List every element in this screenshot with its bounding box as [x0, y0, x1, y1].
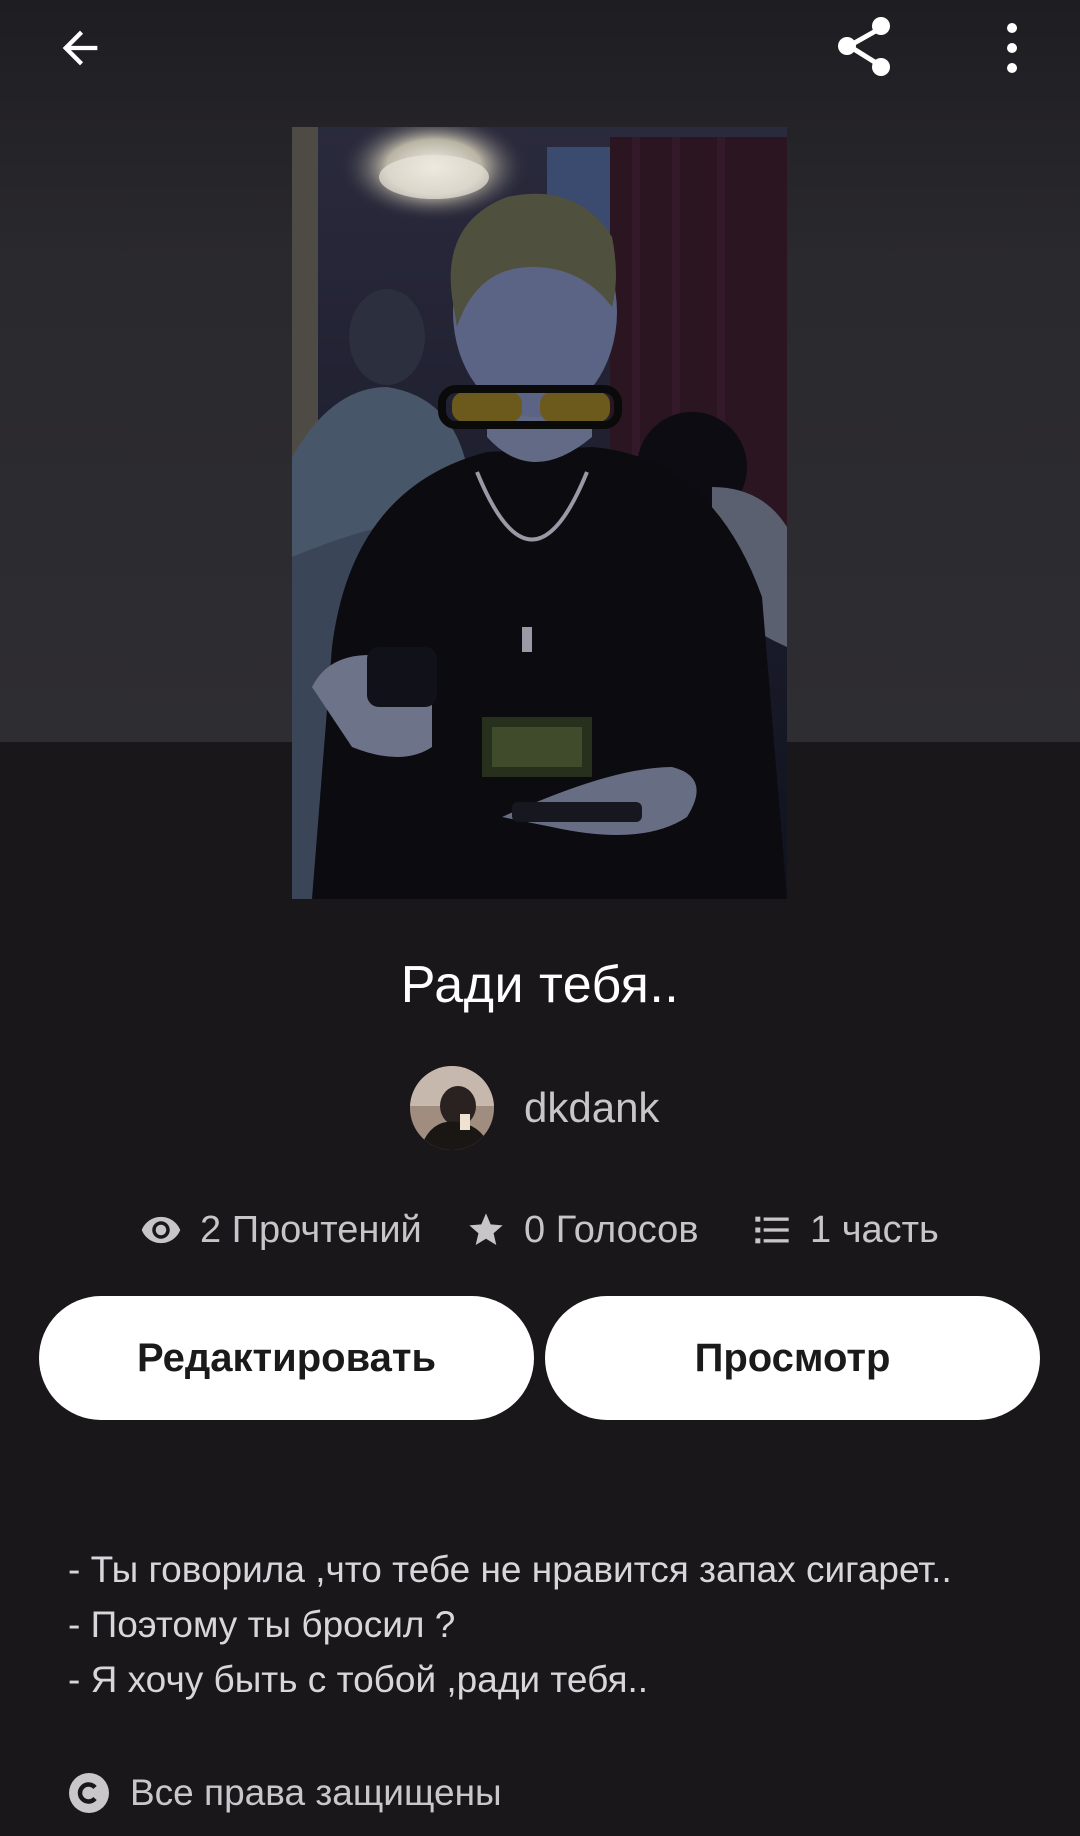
reads-count: 2 Прочтений — [200, 1208, 422, 1251]
back-button[interactable] — [40, 8, 120, 88]
avatar — [410, 1066, 494, 1150]
share-icon — [838, 17, 890, 76]
edit-button[interactable]: Редактировать — [39, 1296, 534, 1420]
description-line: - Я хочу быть с тобой ,ради тебя.. — [68, 1659, 649, 1700]
description-line: - Поэтому ты бросил ? — [68, 1604, 456, 1645]
view-button[interactable]: Просмотр — [545, 1296, 1040, 1420]
copyright-notice: Все права защищены — [68, 1768, 502, 1818]
author-name: dkdank — [524, 1084, 660, 1131]
copyright-text: Все права защищены — [130, 1772, 502, 1813]
votes-count: 0 Голосов — [524, 1208, 699, 1251]
copyright-icon — [69, 1773, 109, 1813]
arrow-left-icon — [62, 30, 98, 66]
story-stats: 2 Прочтений 0 Голосов 1 часть — [0, 1200, 1080, 1260]
list-icon — [755, 1216, 789, 1244]
parts-stat: 1 часть — [752, 1200, 939, 1260]
author-link[interactable]: dkdank — [410, 1065, 659, 1151]
reads-stat: 2 Прочтений — [140, 1200, 422, 1260]
eye-icon — [141, 1216, 181, 1244]
more-options-button[interactable] — [972, 8, 1052, 88]
share-button[interactable] — [825, 6, 905, 86]
star-icon — [469, 1213, 503, 1245]
cover-photo — [292, 127, 787, 899]
story-title: Ради тебя.. — [400, 956, 680, 1014]
more-vertical-icon — [1007, 23, 1017, 73]
story-description: - Ты говорила ,что тебе не нравится запа… — [68, 1542, 1028, 1707]
avatar-image — [410, 1066, 494, 1150]
votes-stat: 0 Голосов — [466, 1200, 699, 1260]
parts-count: 1 часть — [810, 1208, 939, 1251]
description-line: - Ты говорила ,что тебе не нравится запа… — [68, 1549, 952, 1590]
story-cover-image[interactable] — [292, 127, 787, 899]
top-app-bar — [0, 0, 1080, 100]
